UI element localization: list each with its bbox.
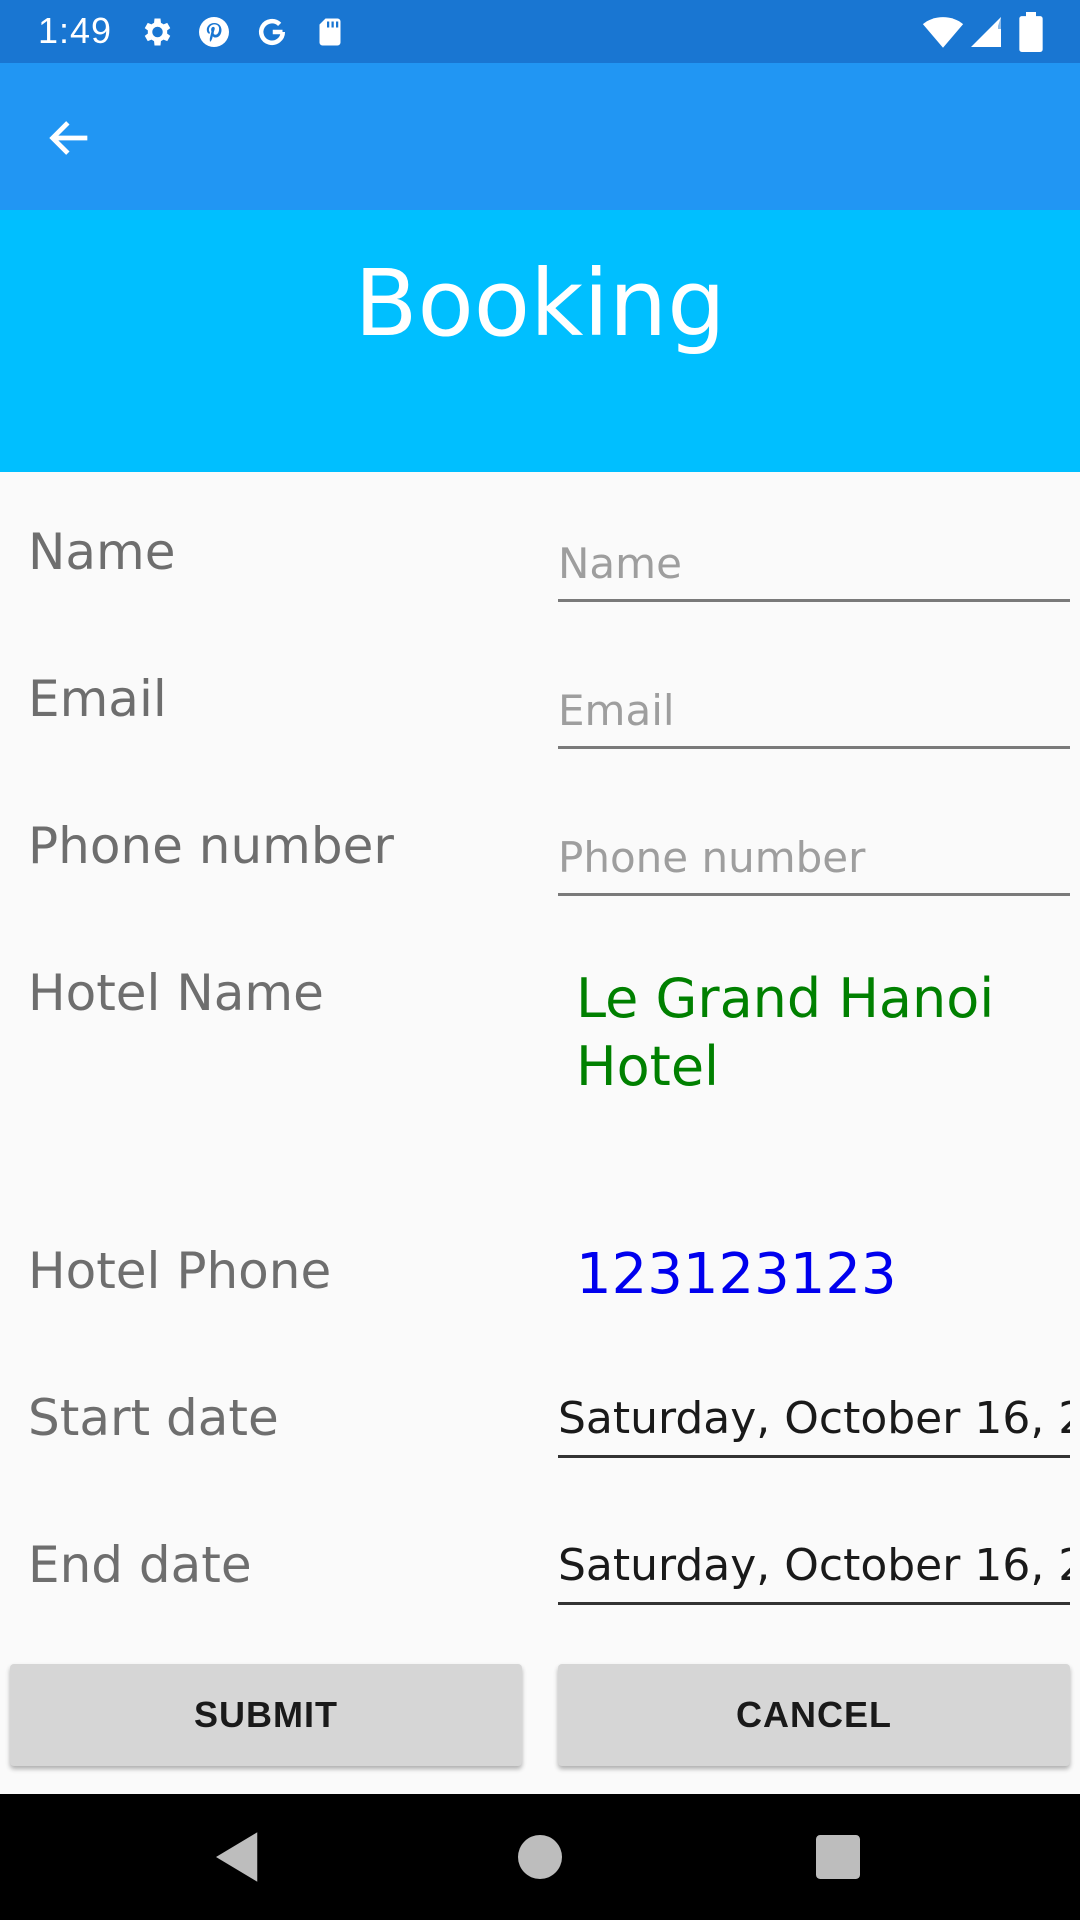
sd-card-icon (319, 18, 341, 46)
email-field[interactable] (558, 679, 1070, 749)
back-triangle-icon[interactable] (203, 1824, 273, 1890)
hotel-name-value: Le Grand Hanoi Hotel (576, 967, 995, 1098)
home-circle-icon[interactable] (505, 1824, 575, 1890)
back-button[interactable] (30, 103, 110, 173)
wifi-icon (922, 17, 964, 48)
start-date-label: Start date (28, 1389, 279, 1447)
email-label: Email (28, 670, 167, 728)
hotel-name-label: Hotel Name (28, 964, 324, 1022)
end-date-label: End date (28, 1536, 252, 1594)
name-field[interactable] (558, 532, 1070, 602)
navigation-bar (0, 1794, 1080, 1920)
recents-square-icon[interactable] (803, 1824, 873, 1890)
submit-button[interactable]: SUBMIT (10, 1664, 522, 1766)
arrow-back-icon (49, 121, 88, 155)
hotel-phone-label: Hotel Phone (28, 1242, 332, 1300)
signal-icon (971, 17, 1001, 47)
hotel-phone-value: 123123123 (576, 1242, 897, 1307)
cancel-button[interactable]: CANCEL (558, 1664, 1070, 1766)
end-date-picker[interactable]: Saturday, October 16, 2021 (558, 1535, 1070, 1605)
phone-field[interactable] (558, 826, 1070, 896)
name-label: Name (28, 523, 176, 581)
booking-header: Booking (0, 210, 1080, 472)
app-bar (0, 63, 1080, 210)
phone-label: Phone number (28, 817, 394, 875)
settings-icon (144, 18, 171, 46)
page-title: Booking (354, 250, 726, 357)
start-date-picker[interactable]: Saturday, October 16, 2021 (558, 1388, 1070, 1458)
pinterest-icon (199, 17, 229, 47)
status-time: 1:49 (38, 10, 113, 51)
battery-icon (1019, 12, 1043, 52)
google-icon (259, 18, 286, 45)
status-bar: 1:49 (0, 0, 1080, 63)
